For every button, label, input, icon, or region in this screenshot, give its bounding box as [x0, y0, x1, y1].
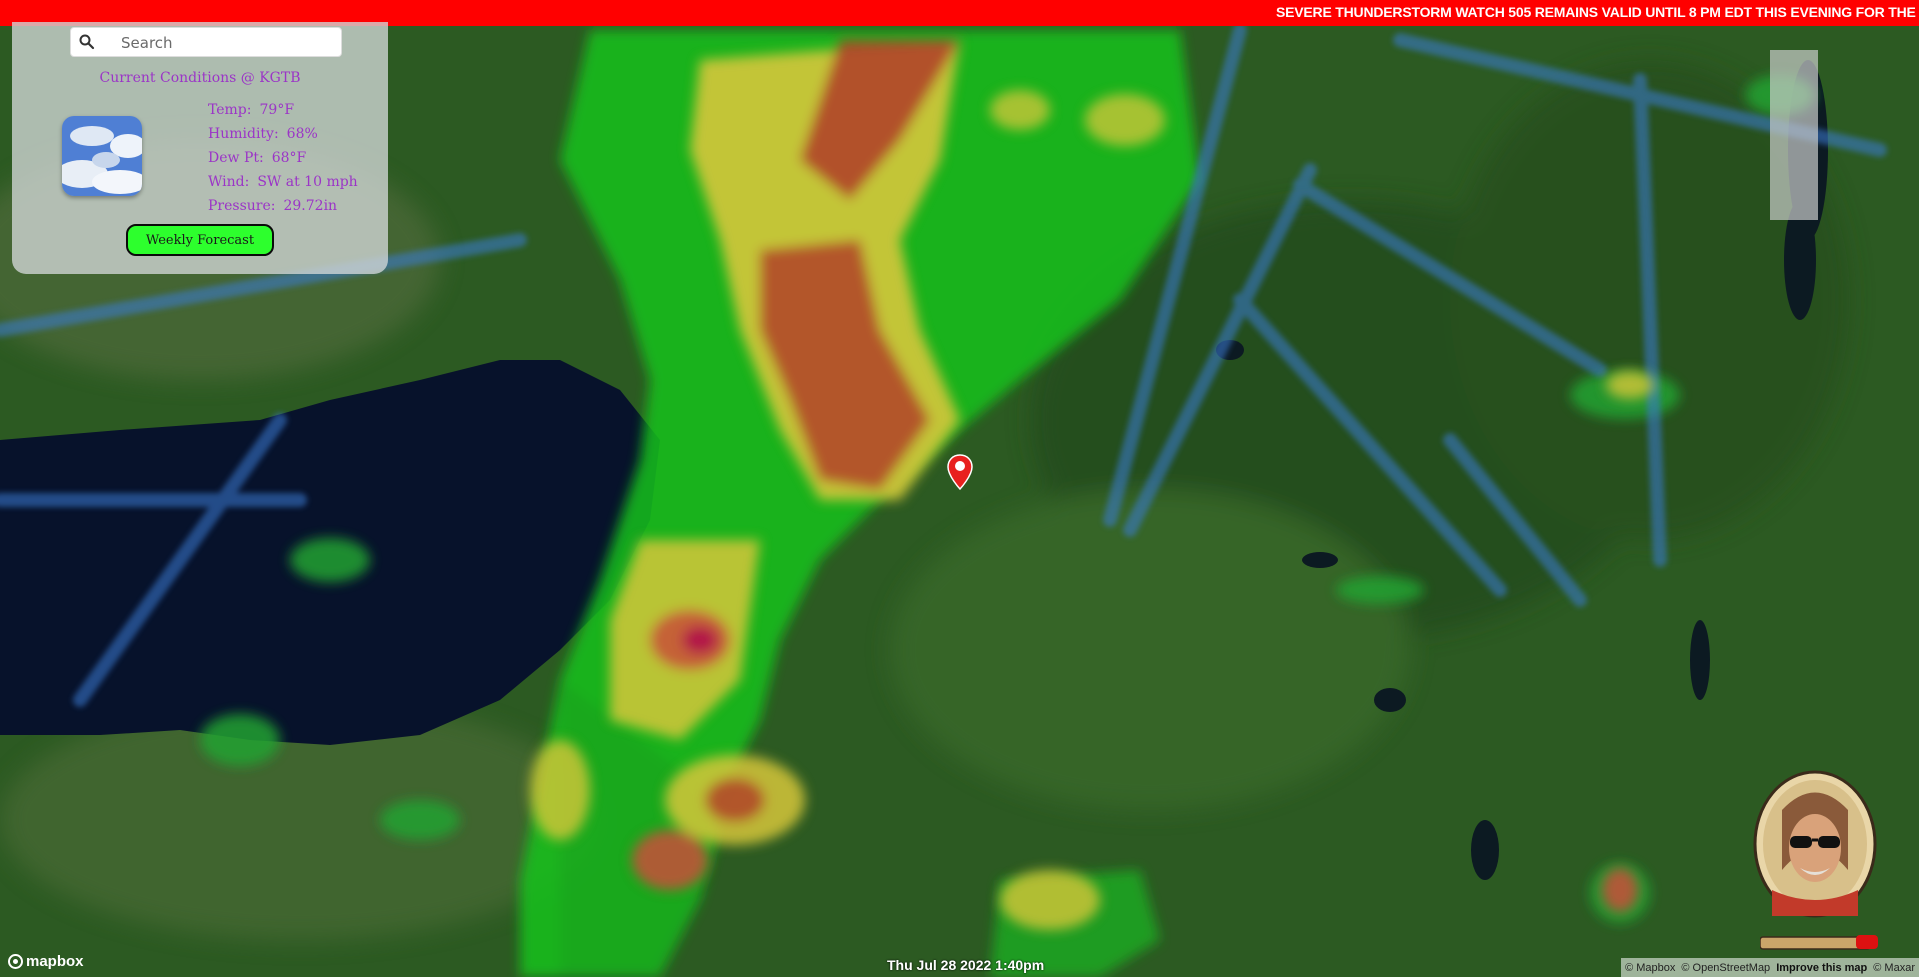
avatar[interactable]	[1752, 770, 1878, 918]
mapbox-logo-icon	[8, 953, 23, 969]
map-attribution: © Mapbox © OpenStreetMap Improve this ma…	[1621, 958, 1919, 977]
partly-cloudy-sky-icon	[62, 116, 142, 196]
conditions-title: Current Conditions @ KGTB	[99, 70, 301, 86]
dewpoint-row: Dew Pt: 68°F	[208, 150, 306, 166]
weekly-forecast-button[interactable]: Weekly Forecast	[126, 224, 274, 256]
mapbox-logo[interactable]: mapbox	[8, 950, 84, 972]
avatar-banner	[1760, 935, 1878, 950]
temp-value: 79°F	[259, 102, 295, 118]
search-box[interactable]	[70, 27, 342, 57]
attribution-maxar-link[interactable]: © Maxar	[1873, 962, 1915, 974]
temp-label: Temp:	[208, 102, 252, 118]
search-input[interactable]	[119, 31, 333, 55]
humidity-label: Humidity:	[208, 126, 279, 142]
wind-label: Wind:	[208, 174, 250, 190]
pressure-row: Pressure: 29.72in	[208, 198, 337, 214]
humidity-value: 68%	[286, 126, 318, 142]
dewpoint-label: Dew Pt:	[208, 150, 264, 166]
wind-value: SW at 10 mph	[257, 174, 358, 190]
search-icon	[79, 34, 95, 50]
pressure-value: 29.72in	[283, 198, 338, 214]
pressure-label: Pressure:	[208, 198, 276, 214]
humidity-row: Humidity: 68%	[208, 126, 318, 142]
improve-map-link[interactable]: Improve this map	[1776, 962, 1867, 974]
alert-ticker-text: SEVERE THUNDERSTORM WATCH 505 REMAINS VA…	[1276, 4, 1919, 20]
current-conditions-panel: Current Conditions @ KGTB Temp: 79°F Humi…	[12, 22, 388, 274]
dewpoint-value: 68°F	[271, 150, 307, 166]
radar-timestamp: Thu Jul 28 2022 1:40pm	[887, 957, 1045, 973]
attribution-mapbox-link[interactable]: © Mapbox	[1625, 962, 1675, 974]
mapbox-logo-text: mapbox	[26, 952, 84, 970]
attribution-osm-link[interactable]: © OpenStreetMap	[1681, 962, 1770, 974]
location-pin-icon[interactable]	[947, 454, 973, 490]
wind-row: Wind: SW at 10 mph	[208, 174, 358, 190]
pale-patch	[1770, 50, 1818, 220]
temp-row: Temp: 79°F	[208, 102, 294, 118]
